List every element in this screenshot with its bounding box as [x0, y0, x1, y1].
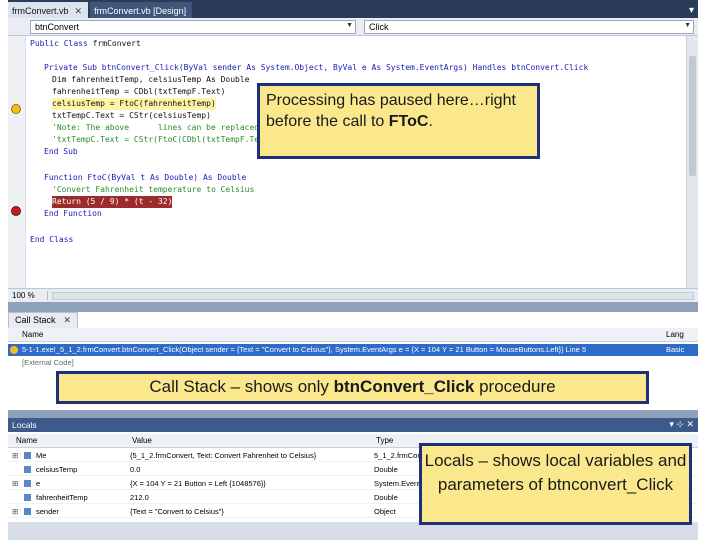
- callout-paused-end: .: [428, 113, 433, 130]
- code-line: End Sub: [44, 147, 78, 156]
- chevron-down-icon: ▼: [346, 22, 353, 29]
- breakpoint-line: Return (5 / 9) * (t - 32): [52, 196, 173, 208]
- local-name: sender: [36, 507, 59, 516]
- breakpoint-icon[interactable]: [11, 206, 21, 216]
- current-statement-line: celsiusTemp = FtoC(fahrenheitTemp): [52, 98, 216, 110]
- variable-icon: [24, 508, 31, 515]
- code-line: txtTempC.Text = CStr(celsiusTemp): [52, 111, 211, 120]
- comment-line: 'txtTempC.Text = CStr(FtoC(CDbl(txtTempF…: [52, 135, 260, 144]
- current-frame-arrow-icon: [10, 346, 18, 354]
- callout-locals: Locals – shows local variables and param…: [419, 443, 692, 525]
- variable-icon: [24, 466, 31, 473]
- variable-icon: [24, 452, 31, 459]
- class-name-combo-value: btnConvert: [35, 22, 80, 32]
- code-line: fahrenheitTemp = CDbl(txtTempF.Text): [52, 87, 226, 96]
- member-combo-bar: btnConvert ▼ Click ▼: [8, 18, 698, 36]
- horizontal-scrollbar[interactable]: [52, 291, 694, 300]
- call-stack-tab[interactable]: Call Stack ✕: [8, 312, 79, 328]
- column-header-value[interactable]: Value: [132, 436, 152, 445]
- code-line: End Function: [44, 209, 102, 218]
- local-name: e: [36, 479, 41, 488]
- code-line: Function FtoC(ByVal t As Double) As Doub…: [44, 173, 247, 182]
- code-line: End Class: [30, 235, 74, 244]
- dropdown-icon[interactable]: ▾: [689, 5, 698, 18]
- expand-icon[interactable]: ⊞: [12, 449, 18, 462]
- method-name-combo[interactable]: Click ▼: [364, 20, 694, 34]
- callout-call-stack-end: procedure: [474, 377, 556, 396]
- locals-title-bar: Locals ▾ ⊹ ✕: [8, 418, 698, 432]
- call-stack-column-header: Name Lang: [8, 328, 698, 342]
- code-line: Dim fahrenheitTemp, celsiusTemp As Doubl…: [52, 75, 250, 84]
- tab-design[interactable]: frmConvert.vb [Design]: [90, 2, 193, 18]
- code-line: Public Class frmConvert: [30, 39, 141, 48]
- document-tab-strip: frmConvert.vb ✕ frmConvert.vb [Design] ▾: [8, 0, 698, 18]
- panel-divider: [8, 410, 698, 418]
- method-name-combo-value: Click: [369, 22, 389, 32]
- callout-call-stack-text: Call Stack – shows only: [149, 377, 334, 396]
- local-type: Double: [374, 493, 398, 502]
- tab-code[interactable]: frmConvert.vb ✕: [8, 2, 89, 18]
- call-stack-row[interactable]: [External Code]: [8, 357, 698, 369]
- variable-icon: [24, 494, 31, 501]
- local-value: 0.0: [130, 465, 141, 474]
- local-name: Me: [36, 451, 47, 460]
- callout-paused: Processing has paused here…right before …: [257, 83, 540, 159]
- local-name: fahrenheitTemp: [36, 493, 88, 502]
- local-value: {X = 104 Y = 21 Button = Left {1048576}}: [130, 479, 266, 488]
- locals-title: Locals: [12, 420, 37, 430]
- call-stack-frame-text: 5-1-1.exe!_5_1_2.frmConvert.btnConvert_C…: [22, 345, 587, 354]
- local-type: Double: [374, 465, 398, 474]
- vertical-scrollbar[interactable]: [686, 36, 698, 288]
- close-icon[interactable]: ✕: [75, 6, 83, 17]
- column-header-name[interactable]: Name: [22, 330, 43, 339]
- call-stack-tab-label: Call Stack: [15, 315, 56, 325]
- tab-design-label: frmConvert.vb [Design]: [94, 6, 187, 16]
- chevron-down-icon: ▼: [684, 22, 691, 29]
- code-line: Private Sub btnConvert_Click(ByVal sende…: [44, 63, 589, 72]
- variable-icon: [24, 480, 31, 487]
- editor-gutter[interactable]: [8, 36, 26, 288]
- callout-paused-bold: FToC: [388, 113, 429, 130]
- class-name-combo[interactable]: btnConvert ▼: [30, 20, 356, 34]
- class-name-text: frmConvert: [92, 39, 141, 48]
- scroll-thumb[interactable]: [689, 56, 696, 176]
- call-stack-row[interactable]: 5-1-1.exe!_5_1_2.frmConvert.btnConvert_C…: [8, 344, 698, 356]
- expand-icon[interactable]: ⊞: [12, 477, 18, 490]
- local-type: Object: [374, 507, 396, 516]
- column-header-type[interactable]: Type: [376, 436, 393, 445]
- close-icon[interactable]: ✕: [64, 315, 72, 326]
- panel-pin-close-icons[interactable]: ▾ ⊹ ✕: [669, 419, 694, 430]
- editor-zoom-bar: 100 %: [8, 288, 698, 302]
- call-stack-frame-lang: Basic: [666, 345, 685, 354]
- callout-call-stack-bold: btnConvert_Click: [333, 377, 475, 396]
- current-statement-arrow-icon: [11, 104, 21, 114]
- column-header-lang[interactable]: Lang: [666, 330, 684, 339]
- expand-icon[interactable]: ⊞: [12, 505, 18, 518]
- panel-divider: [8, 302, 698, 312]
- local-value: {5_1_2.frmConvert, Text: Convert Fahrenh…: [130, 451, 317, 460]
- column-header-name[interactable]: Name: [16, 436, 37, 445]
- callout-call-stack: Call Stack – shows only btnConvert_Click…: [56, 371, 649, 404]
- local-name: celsiusTemp: [36, 465, 78, 474]
- tab-code-label: frmConvert.vb: [12, 6, 69, 16]
- local-value: 212.0: [130, 493, 149, 502]
- code-editor[interactable]: Public Class frmConvert Private Sub btnC…: [8, 36, 698, 288]
- zoom-level[interactable]: 100 %: [8, 291, 48, 300]
- comment-line: 'Convert Fahrenheit temperature to Celsi…: [52, 185, 255, 194]
- local-value: {Text = "Convert to Celsius"}: [130, 507, 224, 516]
